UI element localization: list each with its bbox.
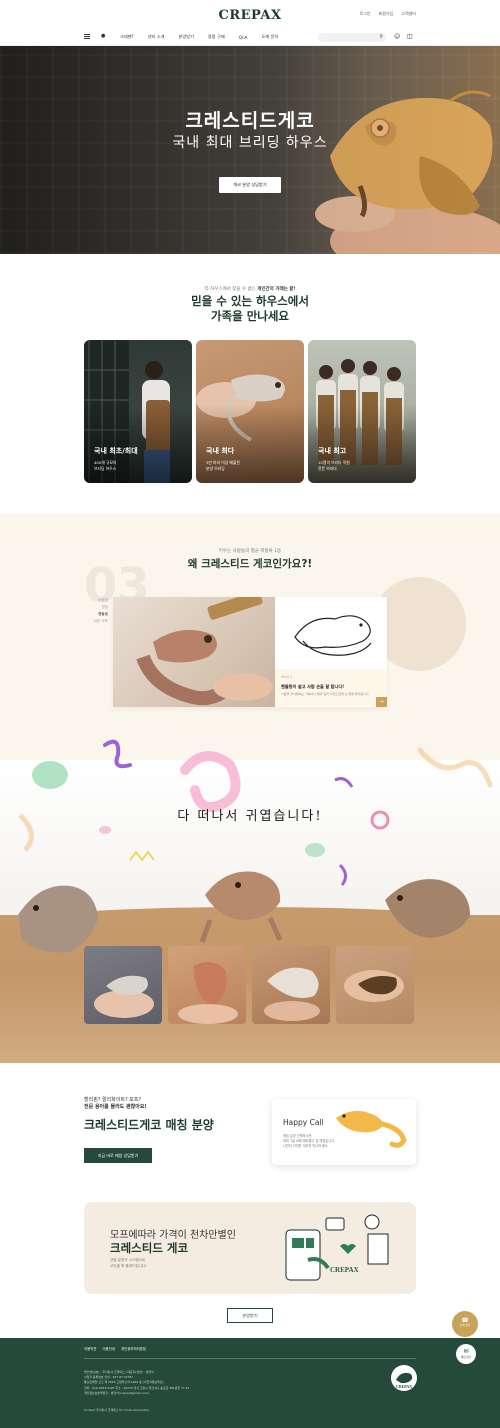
chat-icon: ✉ bbox=[463, 1348, 469, 1355]
happy-call-title: Happy Call bbox=[283, 1118, 324, 1127]
matching-eyebrow-line2: 전문 용어를 몰라도 괜찮아요! bbox=[84, 1104, 147, 1110]
step-item-active[interactable]: 핸들링 bbox=[84, 611, 108, 618]
card-title: 국내 최다 bbox=[206, 447, 235, 455]
gecko-photo bbox=[94, 975, 154, 1018]
promo-line1: 모프에따라 가격이 천차만별인 bbox=[110, 1230, 236, 1241]
gecko-photo bbox=[178, 962, 238, 1024]
matching-eyebrow: 할리퀸? 릴리화이트? 모프? 전문 용어를 몰라도 괜찮아요! bbox=[84, 1097, 244, 1111]
phone-icon: ☎ bbox=[461, 1317, 469, 1324]
card-desc: 3만 마리 이상 배출된 분양 브리딩 bbox=[206, 460, 296, 471]
matching-title: 크레스티드게코 매칭 분양 bbox=[84, 1118, 214, 1132]
peeking-geckos-image bbox=[18, 871, 470, 953]
why-gecko-photo bbox=[113, 590, 275, 707]
adopt-more-button[interactable]: 분양받기 bbox=[227, 1308, 273, 1323]
main-nav: 크레펜? 센터 소개 분양받기 용품 구매 QnA 도매 문의 bbox=[120, 34, 292, 40]
top-links: 로그인 회원가입 고객센터 bbox=[359, 11, 416, 17]
footer-company-info: 법인명(상호) : 주식회사 크레팍스 | 대표자(성명) : 변현석 사업자 … bbox=[84, 1370, 344, 1396]
point-label: Point 3. bbox=[281, 675, 293, 679]
family-card-most[interactable]: 국내 최다 3만 마리 이상 배출된 분양 브리딩 bbox=[196, 340, 304, 483]
page: { "header": { "logo": "CREPAX", "top_lin… bbox=[0, 0, 500, 1428]
nav-item-wholesale[interactable]: 도매 문의 bbox=[262, 34, 279, 40]
card-title: 국내 최초/최대 bbox=[94, 447, 138, 455]
card-desc: 400개 규모의 브리딩 하우스 bbox=[94, 460, 184, 471]
support-link[interactable]: 고객센터 bbox=[401, 11, 416, 17]
step-item[interactable]: 성장 bbox=[84, 604, 108, 611]
nav-item-adopt[interactable]: 분양받기 bbox=[179, 34, 194, 40]
gallery-thumb-3[interactable] bbox=[252, 946, 330, 1024]
family-title-line1: 믿을 수 있는 하우스에서 bbox=[191, 294, 309, 308]
why-title: 왜 크레스티드 게코인가요?! bbox=[187, 558, 313, 570]
chat-fab-label: 채팅 상담 bbox=[460, 1356, 472, 1359]
promo-brand: CREPAX bbox=[330, 1266, 359, 1274]
privacy-link[interactable]: 개인정보처리방침 bbox=[121, 1346, 146, 1351]
nav-item-qna[interactable]: QnA bbox=[239, 35, 248, 40]
footer-copyright: Contact 주식회사 크레팍스 for more information. bbox=[84, 1408, 151, 1412]
terms-link[interactable]: 이용약관 bbox=[84, 1346, 96, 1351]
card-title: 국내 최고 bbox=[318, 447, 347, 455]
user-icon[interactable]: ☺ bbox=[394, 33, 400, 40]
matching-eyebrow-line1: 할리퀸? 릴리화이트? 모프? bbox=[84, 1097, 142, 1103]
card-desc-line2: 전문 브리더 bbox=[318, 465, 337, 471]
promo-line2: 크레스티드 게코 bbox=[110, 1241, 189, 1255]
point-desc: 사람을 무서워하는 거북이나 뱀과 달리 자연스럽게 손 위에 올라옵니다. bbox=[281, 692, 370, 696]
hero-banner: 크레스티드게코 국내 최대 브리딩 하우스 개코 분양 상담받기 bbox=[0, 46, 500, 254]
why-step-list: 소형성 성장 핸들링 쉬운 사육 bbox=[84, 597, 108, 625]
footer-logo-icon: CREPAX bbox=[391, 1365, 417, 1391]
search-icon[interactable]: ⚲ bbox=[379, 34, 383, 40]
chat-consult-fab[interactable]: ✉ 채팅 상담 bbox=[456, 1344, 476, 1364]
footer-links: 이용약관 이용안내 개인정보처리방침 bbox=[84, 1346, 146, 1351]
signup-link[interactable]: 회원가입 bbox=[379, 11, 394, 17]
hamburger-menu-icon[interactable] bbox=[84, 34, 90, 39]
happy-call-desc-line3: 나만의 귀여운 게코를 만나보세요. bbox=[283, 1144, 329, 1148]
site-header: CREPAX 로그인 회원가입 고객센터 ● 크레펜? 센터 소개 분양받기 용… bbox=[0, 0, 500, 46]
hand-gecko-line-icon bbox=[294, 615, 372, 656]
footer-logo-text: CREPAX bbox=[396, 1384, 412, 1389]
gallery-thumb-1[interactable] bbox=[84, 946, 162, 1024]
promo-desc: 균일 분양가 시스템으로 고민을 확 줄여드립니다! bbox=[110, 1258, 200, 1269]
gecko-photo bbox=[264, 967, 320, 1021]
promo-desc-line2: 고민을 확 줄여드립니다! bbox=[110, 1263, 147, 1268]
next-arrow-button[interactable]: → bbox=[376, 697, 387, 707]
family-eyebrow: 타 하우스에서 찾을 수 없는 개인간의 거래는 끝! bbox=[0, 286, 500, 292]
hero-subtitle: 국내 최대 브리딩 하우스 bbox=[172, 135, 328, 151]
nav-item-shop[interactable]: 용품 구매 bbox=[208, 34, 225, 40]
step-item[interactable]: 쉬운 사육 bbox=[84, 618, 108, 625]
cute-title: 다 떠나서 귀엽습니다! bbox=[177, 809, 323, 824]
card-desc-line2: 분양 브리딩 bbox=[206, 465, 225, 471]
payment-illustration: CREPAX bbox=[285, 1214, 389, 1281]
card-desc: 10명의 브리더 직원 전문 브리더 bbox=[318, 460, 408, 471]
login-link[interactable]: 로그인 bbox=[359, 11, 370, 17]
footer-divider bbox=[84, 1358, 416, 1359]
family-card-best[interactable]: 국내 최고 10명의 브리더 직원 전문 브리더 bbox=[308, 340, 416, 483]
search-input[interactable]: ⚲ bbox=[318, 33, 386, 42]
nav-item-crepen[interactable]: 크레펜? bbox=[120, 34, 134, 40]
cart-icon[interactable]: ◫ bbox=[407, 33, 413, 40]
bell-icon[interactable]: ● bbox=[101, 33, 105, 39]
feeding-gecko-image bbox=[136, 590, 273, 706]
family-eyebrow-bold: 개인간의 거래는 끝! bbox=[257, 287, 296, 292]
card-desc-line2: 브리딩 하우스 bbox=[94, 465, 117, 471]
gecko-photo bbox=[344, 970, 404, 1002]
matching-consult-button[interactable]: 지금 바로 매칭 상담받기 bbox=[84, 1148, 152, 1163]
gallery-thumb-2[interactable] bbox=[168, 946, 246, 1024]
handling-illustration bbox=[275, 597, 387, 669]
footer-info-line: 개인정보보호책임자 : 변현석(crepax@gmail.com) bbox=[84, 1390, 149, 1395]
call-fab-label: 전화 상담 bbox=[459, 1324, 471, 1327]
site-logo[interactable]: CREPAX bbox=[0, 8, 500, 23]
family-eyebrow-pre: 타 하우스에서 찾을 수 없는 bbox=[204, 287, 256, 292]
point-title: 핸들링이 쉽고 사람 손을 잘 탑니다! bbox=[281, 684, 345, 689]
happy-call-desc: 매칭 분양 진행하시면 최대 7일 내에 해피콜이 갈 예정입니다. 나만의 귀… bbox=[283, 1134, 363, 1149]
family-title: 믿을 수 있는 하우스에서 가족을 만나세요 bbox=[0, 294, 500, 324]
family-title-line2: 가족을 만나세요 bbox=[210, 309, 290, 323]
nav-item-about[interactable]: 센터 소개 bbox=[148, 34, 165, 40]
step-item[interactable]: 소형성 bbox=[84, 597, 108, 604]
call-consult-fab[interactable]: ☎ 전화 상담 bbox=[452, 1311, 478, 1337]
family-card-largest[interactable]: 국내 최초/최대 400개 규모의 브리딩 하우스 bbox=[84, 340, 192, 483]
guide-link[interactable]: 이용안내 bbox=[102, 1346, 114, 1351]
why-eyebrow: 키우는 사람들의 평균 파충류 1등 bbox=[218, 549, 282, 554]
hero-consult-button[interactable]: 개코 분양 상담받기 bbox=[219, 177, 281, 193]
gallery-thumb-4[interactable] bbox=[336, 946, 414, 1024]
hero-title: 크레스티드게코 bbox=[185, 110, 315, 132]
